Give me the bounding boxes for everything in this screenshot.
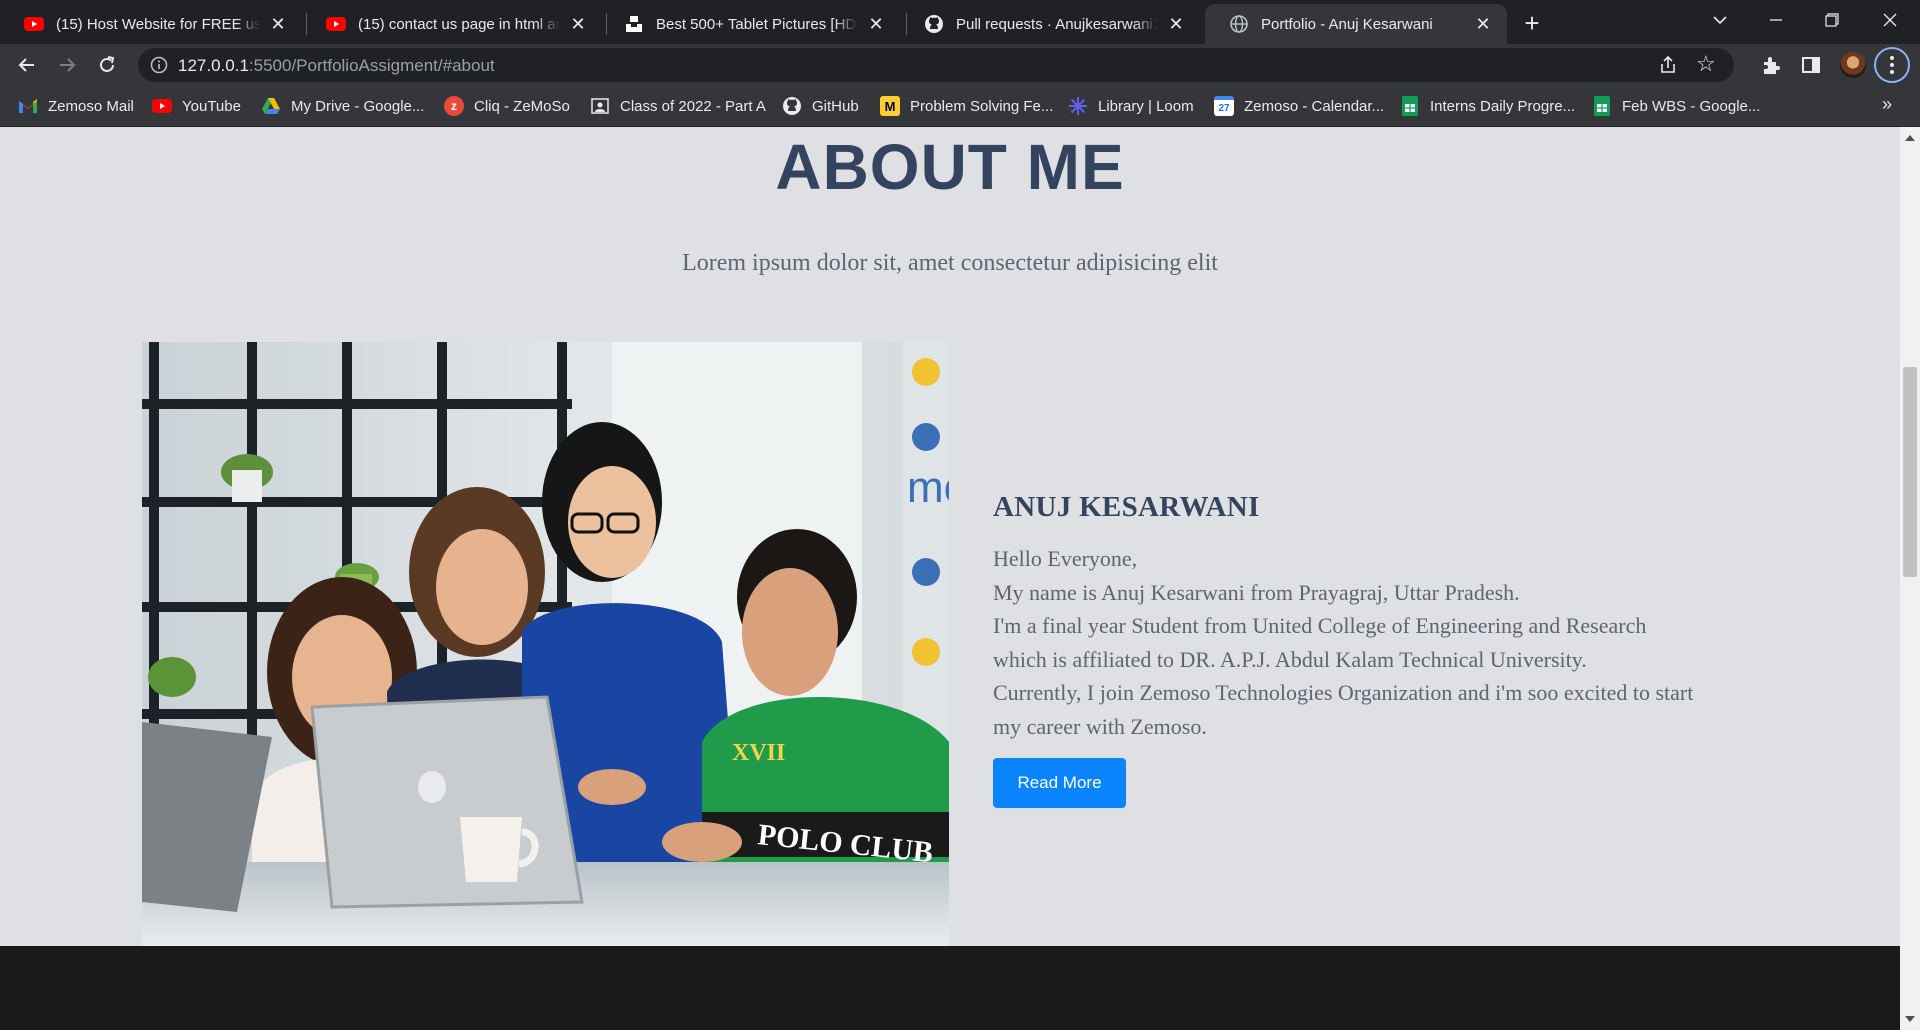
bio-line: I'm a final year Student from United Col… [993, 613, 1647, 639]
bookmark-label: Problem Solving Fe... [910, 97, 1054, 115]
share-icon[interactable] [1658, 55, 1678, 75]
next-section-dark [0, 946, 1900, 1030]
bookmark-zemoso-mail[interactable]: Zemoso Mail [18, 95, 134, 117]
tab-2[interactable]: (15) contact us page in html and ✕ [302, 4, 602, 44]
bookmark-label: Library | Loom [1098, 97, 1194, 115]
bookmark-problem-solving[interactable]: M Problem Solving Fe... [880, 95, 1053, 117]
github-icon [924, 14, 944, 34]
bookmark-my-drive[interactable]: My Drive - Google... [261, 95, 424, 117]
browser-menu-button[interactable] [1874, 47, 1910, 83]
page-scrollbar[interactable] [1900, 127, 1920, 1030]
loom-icon [1068, 96, 1088, 116]
bookmark-label: YouTube [182, 97, 241, 115]
gmail-icon [18, 96, 38, 116]
bookmark-label: Zemoso Mail [48, 97, 134, 115]
extensions-icon[interactable] [1760, 54, 1784, 78]
tab-4[interactable]: Pull requests · Anujkesarwani1/ze ✕ [900, 4, 1200, 44]
tab-title: (15) contact us page in html and [358, 15, 560, 33]
scroll-down-arrow-icon[interactable] [1905, 1016, 1915, 1022]
calendar-icon: 27 [1214, 96, 1234, 116]
close-tab-icon[interactable]: ✕ [1166, 14, 1186, 34]
tab-strip: (15) Host Website for FREE using ✕ (15) … [0, 0, 1920, 44]
bookmark-label: My Drive - Google... [291, 97, 425, 115]
bookmarks-bar: Zemoso Mail YouTube My Drive - Google...… [0, 86, 1920, 126]
google-drive-icon [261, 96, 281, 116]
bio-line: my career with Zemoso. [993, 713, 1207, 739]
person-name: ANUJ KESARWANI [993, 491, 1260, 523]
miro-icon: M [880, 96, 900, 116]
bookmark-label: GitHub [812, 97, 859, 115]
browser-toolbar: 127.0.0.1:5500/PortfolioAssigment/#about… [0, 44, 1920, 86]
tab-5-active[interactable]: Portfolio - Anuj Kesarwani ✕ [1205, 4, 1507, 44]
classroom-icon [590, 96, 610, 116]
scroll-up-arrow-icon[interactable] [1905, 135, 1915, 141]
bookmark-loom[interactable]: Library | Loom [1068, 95, 1194, 117]
sheets-icon [1592, 96, 1612, 116]
site-info-icon[interactable] [150, 56, 168, 74]
tab-title: Best 500+ Tablet Pictures [HD] | D [656, 15, 858, 33]
more-bookmarks-button[interactable]: » [1882, 94, 1892, 115]
close-tab-icon[interactable]: ✕ [568, 14, 588, 34]
bookmark-label: Interns Daily Progre... [1430, 97, 1576, 115]
close-tab-icon[interactable]: ✕ [268, 14, 288, 34]
bio-text: Hello Everyone, My name is Anuj Kesarwan… [993, 542, 1753, 744]
bookmark-label: Cliq - ZeMoSo [474, 97, 570, 115]
team-photo: mo POLO CLUB XVII [142, 342, 949, 946]
url-text: 127.0.0.1:5500/PortfolioAssigment/#about [178, 56, 495, 75]
forward-button[interactable] [50, 48, 84, 82]
bio-line: which is affiliated to DR. A.P.J. Abdul … [993, 646, 1587, 672]
unsplash-icon [624, 14, 644, 34]
cliq-icon: z [444, 96, 464, 116]
about-subtitle: Lorem ipsum dolor sit, amet consectetur … [682, 250, 1218, 276]
restore-icon[interactable] [1804, 0, 1860, 40]
team-photo-illustration: mo POLO CLUB XVII [142, 342, 949, 946]
bookmark-feb-wbs[interactable]: Feb WBS - Google... [1592, 95, 1760, 117]
profile-avatar[interactable] [1840, 52, 1866, 78]
tab-search-icon[interactable] [1692, 0, 1748, 40]
tab-title: Pull requests · Anujkesarwani1/ze [956, 15, 1158, 33]
bookmark-cliq[interactable]: z Cliq - ZeMoSo [444, 95, 570, 117]
about-heading: ABOUT ME [775, 131, 1125, 203]
bookmark-label: Class of 2022 - Part A [620, 97, 766, 115]
back-button[interactable] [10, 48, 44, 82]
youtube-icon [152, 96, 172, 116]
youtube-icon [326, 14, 346, 34]
bio-line: Hello Everyone, [993, 546, 1138, 571]
tab-3[interactable]: Best 500+ Tablet Pictures [HD] | D ✕ [600, 4, 900, 44]
tab-title: (15) Host Website for FREE using [56, 15, 260, 33]
page-viewport: ABOUT ME Lorem ipsum dolor sit, amet con… [0, 127, 1900, 946]
bookmark-zemoso-calendar[interactable]: 27 Zemoso - Calendar... [1214, 95, 1384, 117]
bookmark-star-icon[interactable]: ☆ [1696, 53, 1718, 75]
bookmark-github[interactable]: GitHub [782, 95, 859, 117]
bio-line: My name is Anuj Kesarwani from Prayagraj… [993, 579, 1520, 605]
tab-1[interactable]: (15) Host Website for FREE using ✕ [0, 4, 302, 44]
tab-title: Portfolio - Anuj Kesarwani [1261, 15, 1433, 33]
read-more-button[interactable]: Read More [993, 757, 1126, 808]
close-tab-icon[interactable]: ✕ [866, 14, 886, 34]
minimize-icon[interactable] [1748, 0, 1804, 40]
reload-button[interactable] [90, 48, 124, 82]
address-bar[interactable]: 127.0.0.1:5500/PortfolioAssigment/#about… [138, 48, 1734, 82]
bio-line: Currently, I join Zemoso Technologies Or… [993, 680, 1694, 706]
bookmark-interns-daily[interactable]: Interns Daily Progre... [1400, 95, 1575, 117]
github-icon [782, 96, 802, 116]
bookmark-class-of-2022[interactable]: Class of 2022 - Part A [590, 95, 766, 117]
bookmark-youtube[interactable]: YouTube [152, 95, 241, 117]
side-panel-icon[interactable] [1800, 54, 1824, 78]
youtube-icon [24, 14, 44, 34]
new-tab-button[interactable]: + [1516, 8, 1548, 40]
about-info: ANUJ KESARWANI Hello Everyone, My name i… [993, 491, 1753, 808]
bookmark-label: Zemoso - Calendar... [1244, 97, 1385, 115]
globe-icon [1229, 14, 1249, 34]
wall-text: mo [907, 463, 949, 512]
bookmark-label: Feb WBS - Google... [1622, 97, 1761, 115]
sheets-icon [1400, 96, 1420, 116]
shirt-badge: XVII [732, 740, 785, 766]
scroll-thumb[interactable] [1903, 367, 1917, 577]
close-window-icon[interactable] [1862, 0, 1918, 40]
close-tab-icon[interactable]: ✕ [1473, 14, 1493, 34]
